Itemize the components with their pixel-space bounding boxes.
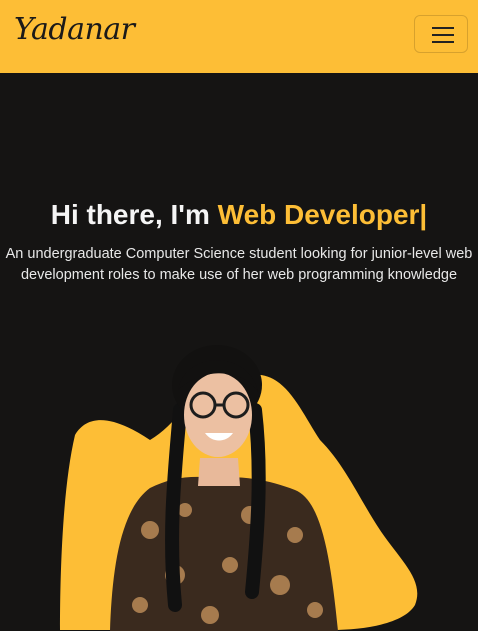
brand-logo[interactable]: Yadanar [14,12,135,47]
hamburger-menu-icon [432,27,454,29]
typing-cursor: | [419,199,428,230]
menu-toggle-button[interactable] [414,15,468,53]
profile-portrait [60,345,418,631]
hero-title: Hi there, I'm Web Developer| [0,199,478,231]
hero-role: Web Developer [217,199,420,230]
hero-greeting: Hi there, I'm [50,199,210,230]
navbar: Yadanar [0,0,478,73]
hero-description: An undergraduate Computer Science studen… [5,246,473,283]
